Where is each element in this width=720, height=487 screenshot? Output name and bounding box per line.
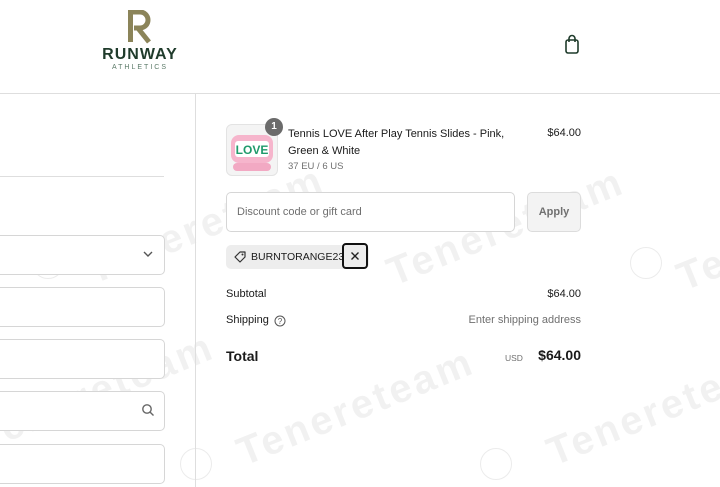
- total-label: Total: [226, 348, 259, 364]
- apartment-field[interactable]: [0, 444, 165, 484]
- remove-discount-button[interactable]: [342, 243, 368, 269]
- site-header: RUNWAY ATHLETICS: [0, 0, 720, 94]
- watermark-seal: [480, 448, 512, 480]
- section-divider: [0, 176, 164, 177]
- product-name: Tennis LOVE After Play Tennis Slides - P…: [288, 128, 505, 157]
- chevron-down-icon: [143, 251, 153, 257]
- brand-name: RUNWAY: [102, 46, 178, 63]
- shipping-value: Enter shipping address: [468, 314, 581, 326]
- brand-logo[interactable]: RUNWAY ATHLETICS: [94, 10, 186, 78]
- watermark-text: Tenereteam: [670, 164, 720, 300]
- watermark-text: Tenereteam: [230, 339, 481, 475]
- subtotal-value: $64.00: [547, 288, 581, 300]
- brand-tagline: ATHLETICS: [112, 64, 168, 71]
- subtotal-label: Subtotal: [226, 288, 267, 300]
- watermark-seal: [630, 247, 662, 279]
- country-select[interactable]: [0, 235, 165, 275]
- name-field[interactable]: [0, 287, 165, 327]
- product-price: $64.00: [547, 127, 581, 139]
- product-variant: 37 EU / 6 US: [288, 161, 344, 172]
- apply-button[interactable]: Apply: [527, 192, 581, 232]
- shipping-label: Shipping: [226, 314, 269, 326]
- shipping-info-icon[interactable]: ?: [274, 314, 286, 332]
- question-circle-icon: ?: [274, 315, 286, 327]
- discount-input[interactable]: [227, 193, 517, 231]
- slide-sandal-text: LOVE: [236, 143, 269, 157]
- total-value: $64.00: [538, 347, 581, 363]
- shopping-bag-icon: [565, 34, 579, 54]
- address-field[interactable]: [0, 391, 165, 431]
- cart-button[interactable]: [563, 34, 581, 54]
- quantity-badge: 1: [265, 118, 283, 136]
- search-icon: [142, 404, 154, 416]
- logo-monogram-icon: [128, 10, 151, 44]
- tag-icon: [234, 251, 246, 263]
- close-icon: [351, 251, 359, 260]
- currency-code: USD: [505, 353, 523, 363]
- discount-code-label: BURNTORANGE23: [251, 251, 343, 263]
- svg-text:?: ?: [278, 317, 283, 326]
- company-field[interactable]: [0, 339, 165, 379]
- discount-field[interactable]: [226, 192, 517, 232]
